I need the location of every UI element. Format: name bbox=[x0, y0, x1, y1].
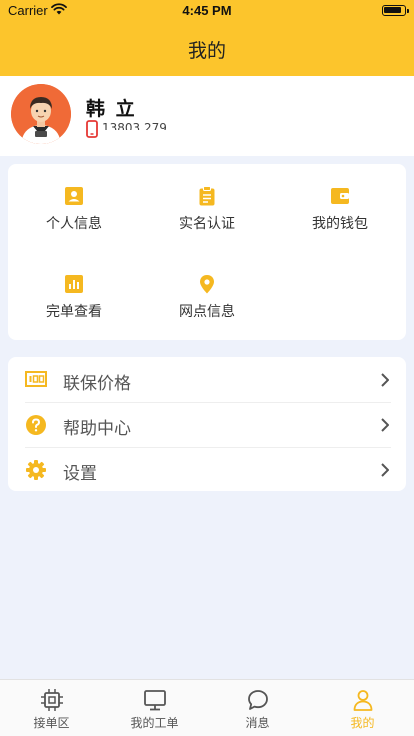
battery-icon bbox=[382, 5, 409, 16]
bar-chart-icon bbox=[65, 275, 83, 293]
tab-label: 消息 bbox=[245, 716, 270, 730]
grid-item-label: 我的钱包 bbox=[312, 216, 368, 232]
menu-item-warranty-price[interactable]: 联保价格 bbox=[8, 357, 406, 402]
top-navigation-bar: Carrier 4:45 PM 我的 bbox=[0, 0, 414, 76]
wallet-icon bbox=[331, 188, 349, 204]
grid-item-completed-orders[interactable]: 完单查看 bbox=[19, 274, 129, 321]
tab-label: 我的工单 bbox=[130, 716, 179, 730]
grid-item-label: 个人信息 bbox=[46, 216, 102, 232]
menu-item-label: 联保价格 bbox=[63, 374, 131, 394]
chevron-right-icon bbox=[381, 417, 390, 436]
menu-item-label: 帮助中心 bbox=[63, 419, 131, 439]
menu-item-help-center[interactable]: 帮助中心 bbox=[8, 402, 406, 447]
chevron-right-icon bbox=[381, 372, 390, 391]
tab-order-area[interactable]: 接单区 bbox=[0, 680, 103, 736]
help-icon bbox=[25, 414, 47, 440]
grid-item-wallet[interactable]: 我的钱包 bbox=[285, 186, 395, 233]
chat-bubble-icon bbox=[247, 690, 268, 710]
clipboard-icon bbox=[199, 186, 215, 206]
status-bar: Carrier 4:45 PM bbox=[0, 0, 414, 22]
grid-item-real-name-auth[interactable]: 实名认证 bbox=[152, 186, 262, 233]
user-name: 韩 立 bbox=[86, 98, 137, 120]
grid-item-personal-info[interactable]: 个人信息 bbox=[19, 186, 129, 233]
clock-time: 4:45 PM bbox=[182, 3, 232, 18]
grid-item-label: 实名认证 bbox=[179, 216, 235, 232]
user-icon bbox=[353, 690, 372, 711]
settings-menu-card: 联保价格 帮助中心 设置 bbox=[8, 357, 406, 491]
tab-label: 接单区 bbox=[33, 716, 70, 730]
tab-my-work-orders[interactable]: 我的工单 bbox=[103, 680, 206, 736]
grid-item-outlet-info[interactable]: 网点信息 bbox=[152, 274, 262, 321]
tab-messages[interactable]: 消息 bbox=[206, 680, 309, 736]
avatar[interactable] bbox=[11, 84, 71, 144]
location-pin-icon bbox=[200, 275, 214, 294]
chip-icon bbox=[40, 689, 63, 711]
menu-item-label: 设置 bbox=[63, 464, 97, 484]
function-grid-card: 个人信息 实名认证 我的钱包 完单查看 网点信息 bbox=[8, 164, 406, 340]
chevron-right-icon bbox=[381, 462, 390, 481]
grid-item-label: 网点信息 bbox=[179, 304, 235, 320]
bottom-tab-bar: 接单区 我的工单 消息 我的 bbox=[0, 679, 414, 736]
page-title: 我的 bbox=[187, 40, 226, 62]
monitor-icon bbox=[143, 690, 166, 711]
price-tag-icon bbox=[25, 369, 47, 393]
profile-header[interactable]: 韩 立 13803 279 bbox=[0, 76, 414, 156]
gear-icon bbox=[25, 459, 47, 485]
phone-icon bbox=[86, 120, 98, 142]
person-card-icon bbox=[65, 187, 83, 205]
menu-item-settings[interactable]: 设置 bbox=[8, 447, 406, 492]
tab-label: 我的 bbox=[350, 716, 375, 730]
phone-number: 13803 279 bbox=[102, 121, 167, 130]
tab-mine[interactable]: 我的 bbox=[311, 680, 414, 736]
grid-item-label: 完单查看 bbox=[46, 304, 102, 320]
